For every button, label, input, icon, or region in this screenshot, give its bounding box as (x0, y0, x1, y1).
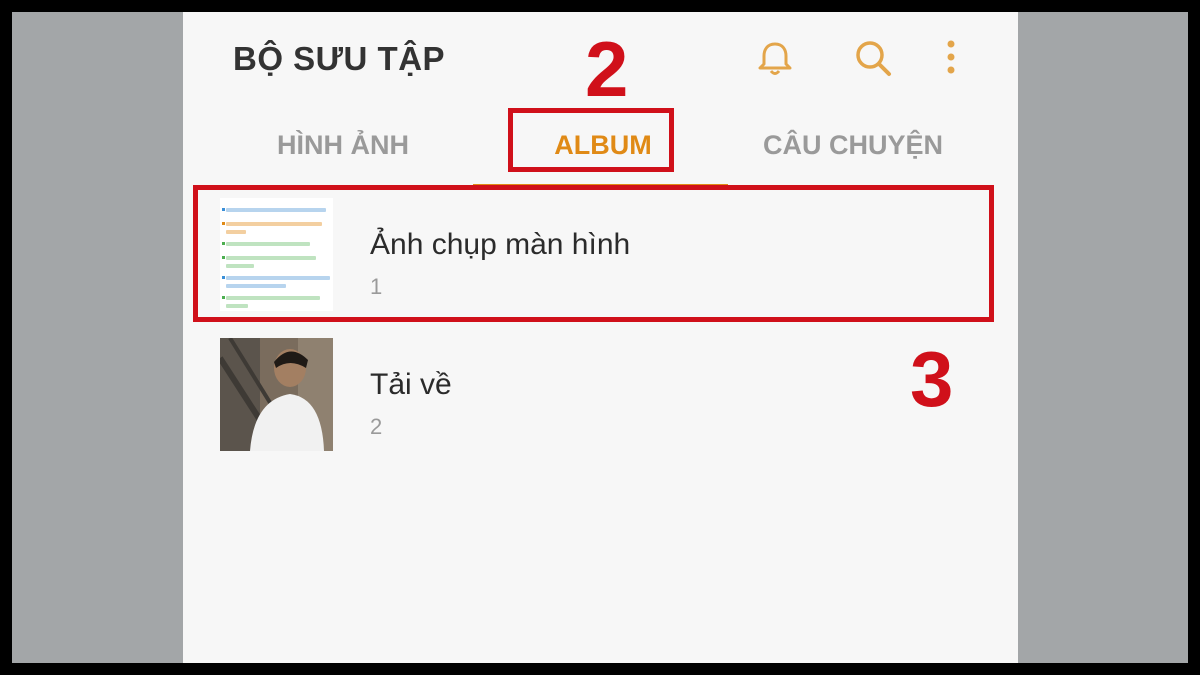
page-title: BỘ SƯU TẬP (233, 40, 446, 77)
annotation-box-album-tab (508, 108, 674, 172)
annotation-number: 3 (910, 335, 954, 423)
more-vertical-icon[interactable] (935, 36, 979, 80)
annotation-number: 2 (585, 25, 629, 113)
bell-icon[interactable] (753, 36, 797, 80)
tab-photos[interactable]: HÌNH ẢNH (243, 122, 443, 192)
album-count: 2 (370, 414, 383, 439)
search-icon[interactable] (851, 36, 895, 80)
annotation-box-album-row (193, 185, 994, 322)
tab-stories[interactable]: CÂU CHUYỆN (753, 122, 953, 192)
album-name: Tải về (370, 368, 452, 401)
album-row-downloads[interactable]: Tải về 2 (183, 330, 1018, 458)
photo-thumbnail (220, 338, 333, 451)
